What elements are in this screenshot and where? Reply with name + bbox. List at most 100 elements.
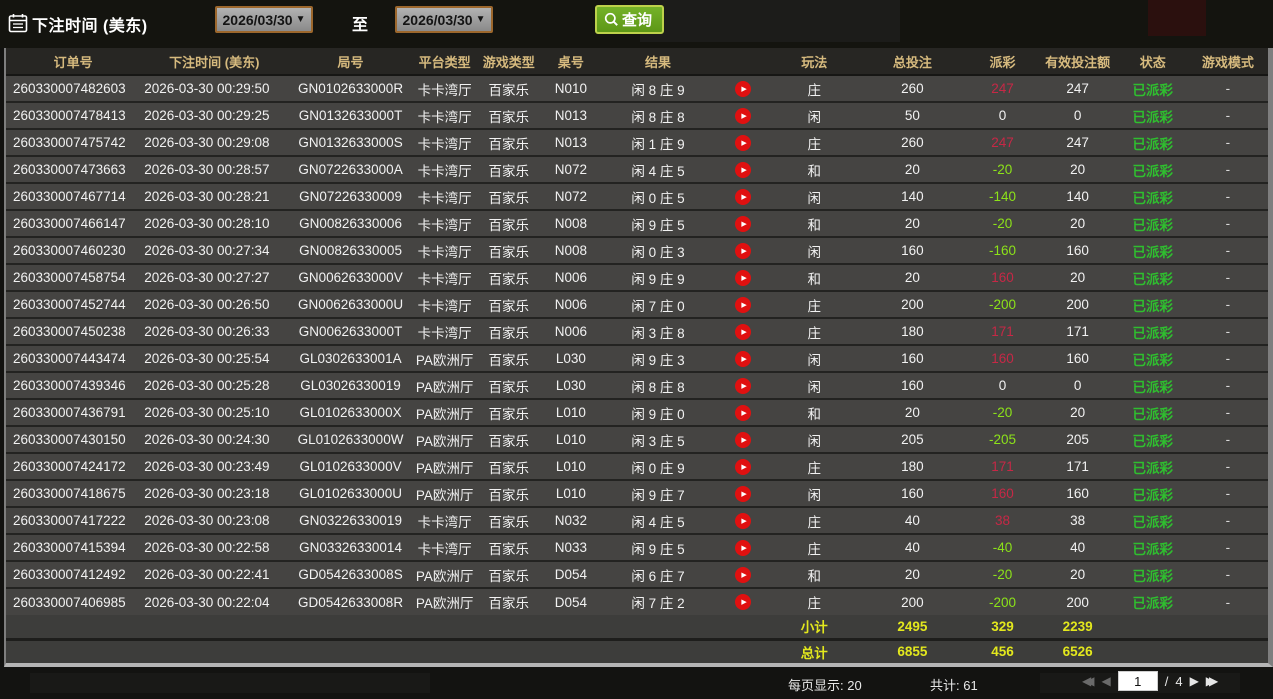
total-bet-cell: 160 xyxy=(857,479,968,507)
total-bet-cell: 160 xyxy=(857,344,968,372)
play-icon[interactable]: ▶ xyxy=(735,566,752,583)
valid-bet-cell: 20 xyxy=(1037,398,1118,426)
game-type-cell: 百家乐 xyxy=(476,344,541,372)
payout-cell: 247 xyxy=(967,128,1038,156)
play-icon[interactable]: ▶ xyxy=(735,215,752,232)
bet-time-cell: 2026-03-30 00:27:34 xyxy=(140,236,289,264)
prev-page-icon[interactable]: ◀ xyxy=(1101,674,1110,688)
replay-cell: ▶ xyxy=(715,425,772,453)
play-icon[interactable]: ▶ xyxy=(735,80,752,97)
page-separator: / xyxy=(1164,673,1169,689)
play-icon[interactable]: ▶ xyxy=(735,594,752,611)
order-no-cell: 260330007475742 xyxy=(6,128,141,156)
play-icon[interactable]: ▶ xyxy=(735,512,752,529)
subtotal-payout: 329 xyxy=(967,615,1038,639)
bet-time-cell: 2026-03-30 00:22:41 xyxy=(140,560,289,588)
game-type-cell: 百家乐 xyxy=(476,506,541,534)
table-row: 260330007460230 2026-03-30 00:27:34 GN00… xyxy=(6,236,1268,264)
play-icon[interactable]: ▶ xyxy=(735,458,752,475)
round-no-cell: GN00826330005 xyxy=(288,236,413,264)
game-mode-cell: - xyxy=(1187,209,1268,237)
table-row: 260330007418675 2026-03-30 00:23:18 GL01… xyxy=(6,479,1268,507)
payout-cell: 247 xyxy=(967,75,1038,102)
play-icon[interactable]: ▶ xyxy=(735,188,752,205)
payout-cell: -200 xyxy=(967,290,1038,318)
play-icon[interactable]: ▶ xyxy=(735,323,752,340)
round-no-cell: GD0542633008R xyxy=(288,587,413,615)
status-cell: 已派彩 xyxy=(1117,398,1188,426)
date-from-select[interactable]: 2026/03/30 ▼ xyxy=(215,6,313,33)
page-number-input[interactable] xyxy=(1117,671,1158,691)
chevron-down-icon: ▼ xyxy=(295,14,306,25)
platform-type-cell: PA欧洲厅 xyxy=(412,371,477,399)
wager-type-cell: 庄 xyxy=(771,290,858,318)
next-page-icon[interactable]: ▶ xyxy=(1190,674,1199,688)
payout-cell: -20 xyxy=(967,560,1038,588)
play-icon[interactable]: ▶ xyxy=(735,350,752,367)
subtotal-label: 小计 xyxy=(771,615,858,639)
bet-time-cell: 2026-03-30 00:25:54 xyxy=(140,344,289,372)
date-to-value: 2026/03/30 xyxy=(402,11,473,28)
game-type-cell: 百家乐 xyxy=(476,155,541,183)
play-icon[interactable]: ▶ xyxy=(735,134,752,151)
subtotal-valid-bet: 2239 xyxy=(1037,615,1118,639)
order-no-cell: 260330007418675 xyxy=(6,479,141,507)
bet-time-cell: 2026-03-30 00:26:33 xyxy=(140,317,289,345)
result-cell: 闲 6 庄 7 xyxy=(600,560,716,588)
wager-type-cell: 庄 xyxy=(771,75,858,102)
table-no-cell: N032 xyxy=(540,506,601,534)
wager-type-cell: 和 xyxy=(771,209,858,237)
game-mode-cell: - xyxy=(1187,587,1268,615)
order-no-cell: 260330007436791 xyxy=(6,398,141,426)
table-no-cell: N006 xyxy=(540,317,601,345)
platform-type-cell: 卡卡湾厅 xyxy=(412,263,477,291)
table-body: 260330007482603 2026-03-30 00:29:50 GN01… xyxy=(6,75,1268,615)
game-type-cell: 百家乐 xyxy=(476,128,541,156)
date-to-select[interactable]: 2026/03/30 ▼ xyxy=(395,6,493,33)
play-icon[interactable]: ▶ xyxy=(735,107,752,124)
header-platform-type: 平台类型 xyxy=(412,48,477,76)
result-cell: 闲 9 庄 7 xyxy=(600,479,716,507)
bet-time-filter-label: 下注时间 (美东) xyxy=(32,18,148,35)
header-status: 状态 xyxy=(1117,48,1188,76)
round-no-cell: GL0102633000V xyxy=(288,452,413,480)
platform-type-cell: 卡卡湾厅 xyxy=(412,506,477,534)
status-cell: 已派彩 xyxy=(1117,128,1188,156)
valid-bet-cell: 140 xyxy=(1037,182,1118,210)
result-cell: 闲 9 庄 5 xyxy=(600,533,716,561)
result-cell: 闲 7 庄 2 xyxy=(600,587,716,615)
play-icon[interactable]: ▶ xyxy=(735,242,752,259)
play-icon[interactable]: ▶ xyxy=(735,296,752,313)
game-mode-cell: - xyxy=(1187,533,1268,561)
status-cell: 已派彩 xyxy=(1117,560,1188,588)
play-icon[interactable]: ▶ xyxy=(735,161,752,178)
play-icon[interactable]: ▶ xyxy=(735,431,752,448)
replay-cell: ▶ xyxy=(715,587,772,615)
valid-bet-cell: 20 xyxy=(1037,263,1118,291)
result-cell: 闲 8 庄 8 xyxy=(600,101,716,129)
last-page-icon[interactable]: ▶▶ xyxy=(1206,674,1219,688)
table-row: 260330007417222 2026-03-30 00:23:08 GN03… xyxy=(6,506,1268,534)
per-page-label: 每页显示: 20 xyxy=(788,678,862,693)
search-button[interactable]: 查询 xyxy=(595,5,665,34)
wager-type-cell: 庄 xyxy=(771,317,858,345)
pagination-bar: 每页显示: 20 共计: 61 ◀◀ ◀ / 4 ▶ ▶▶ xyxy=(0,667,1273,699)
status-cell: 已派彩 xyxy=(1117,479,1188,507)
order-no-cell: 260330007458754 xyxy=(6,263,141,291)
payout-cell: 171 xyxy=(967,317,1038,345)
play-icon[interactable]: ▶ xyxy=(735,539,752,556)
payout-cell: 0 xyxy=(967,371,1038,399)
grand-total-total-bet: 6855 xyxy=(857,637,968,663)
play-icon[interactable]: ▶ xyxy=(735,377,752,394)
first-page-icon[interactable]: ◀◀ xyxy=(1082,674,1095,688)
play-icon[interactable]: ▶ xyxy=(735,485,752,502)
wager-type-cell: 和 xyxy=(771,398,858,426)
game-type-cell: 百家乐 xyxy=(476,560,541,588)
play-icon[interactable]: ▶ xyxy=(735,269,752,286)
play-icon[interactable]: ▶ xyxy=(735,404,752,421)
date-from-value: 2026/03/30 xyxy=(222,11,293,28)
valid-bet-cell: 205 xyxy=(1037,425,1118,453)
total-bet-cell: 180 xyxy=(857,452,968,480)
wager-type-cell: 闲 xyxy=(771,182,858,210)
bet-time-cell: 2026-03-30 00:29:25 xyxy=(140,101,289,129)
